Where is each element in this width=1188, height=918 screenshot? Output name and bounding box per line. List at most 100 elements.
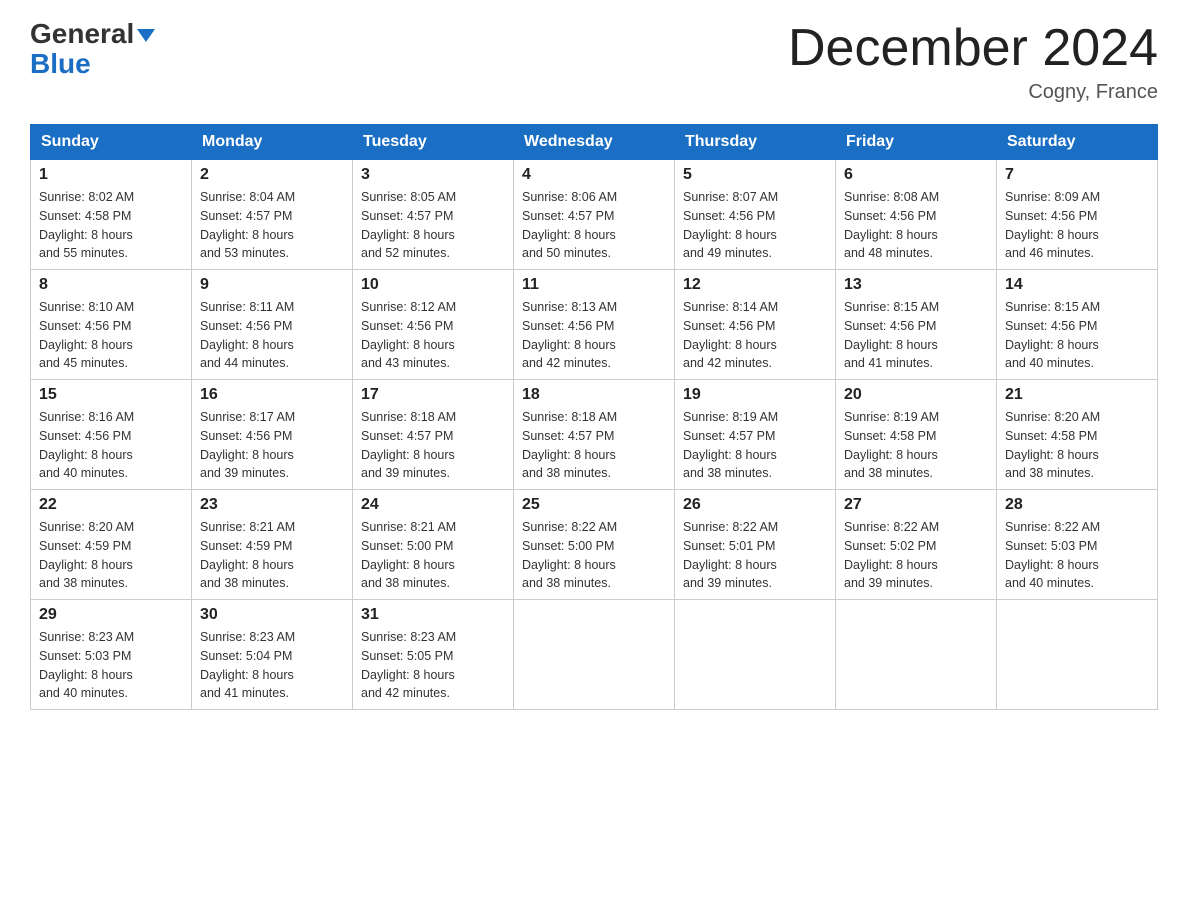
day-info: Sunrise: 8:09 AMSunset: 4:56 PMDaylight:… [1005,188,1149,263]
logo: General Blue [30,20,155,78]
day-number: 10 [361,276,505,294]
day-info: Sunrise: 8:11 AMSunset: 4:56 PMDaylight:… [200,298,344,373]
calendar-cell: 2 Sunrise: 8:04 AMSunset: 4:57 PMDaylight… [192,160,353,270]
day-number: 2 [200,166,344,184]
day-number: 28 [1005,496,1149,514]
col-header-tuesday: Tuesday [353,125,514,160]
calendar-cell [836,600,997,710]
calendar-cell: 19 Sunrise: 8:19 AMSunset: 4:57 PMDayligh… [675,380,836,490]
day-number: 29 [39,606,183,624]
day-number: 11 [522,276,666,294]
day-info: Sunrise: 8:15 AMSunset: 4:56 PMDaylight:… [844,298,988,373]
month-title: December 2024 [788,20,1158,77]
logo-blue: Blue [30,50,91,78]
calendar-header-row: SundayMondayTuesdayWednesdayThursdayFrid… [31,125,1158,160]
calendar-cell: 14 Sunrise: 8:15 AMSunset: 4:56 PMDayligh… [997,270,1158,380]
day-number: 16 [200,386,344,404]
calendar-cell: 23 Sunrise: 8:21 AMSunset: 4:59 PMDayligh… [192,490,353,600]
calendar-cell: 12 Sunrise: 8:14 AMSunset: 4:56 PMDayligh… [675,270,836,380]
day-info: Sunrise: 8:04 AMSunset: 4:57 PMDaylight:… [200,188,344,263]
calendar-cell: 24 Sunrise: 8:21 AMSunset: 5:00 PMDayligh… [353,490,514,600]
day-info: Sunrise: 8:19 AMSunset: 4:58 PMDaylight:… [844,408,988,483]
page-header: General Blue December 2024 Cogny, France [30,20,1158,104]
calendar-cell: 11 Sunrise: 8:13 AMSunset: 4:56 PMDayligh… [514,270,675,380]
calendar-cell: 29Sunrise: 8:23 AMSunset: 5:03 PMDayligh… [31,600,192,710]
day-number: 13 [844,276,988,294]
calendar-cell: 8 Sunrise: 8:10 AMSunset: 4:56 PMDaylight… [31,270,192,380]
col-header-thursday: Thursday [675,125,836,160]
day-number: 26 [683,496,827,514]
day-number: 27 [844,496,988,514]
calendar-cell: 9Sunrise: 8:11 AMSunset: 4:56 PMDaylight… [192,270,353,380]
day-info: Sunrise: 8:02 AMSunset: 4:58 PMDaylight:… [39,188,183,263]
col-header-sunday: Sunday [31,125,192,160]
day-number: 1 [39,166,183,184]
day-info: Sunrise: 8:18 AMSunset: 4:57 PMDaylight:… [522,408,666,483]
day-number: 12 [683,276,827,294]
calendar-cell: 17 Sunrise: 8:18 AMSunset: 4:57 PMDayligh… [353,380,514,490]
calendar-cell [997,600,1158,710]
calendar-cell: 13 Sunrise: 8:15 AMSunset: 4:56 PMDayligh… [836,270,997,380]
day-number: 3 [361,166,505,184]
day-info: Sunrise: 8:23 AMSunset: 5:04 PMDaylight:… [200,628,344,703]
calendar-cell: 3 Sunrise: 8:05 AMSunset: 4:57 PMDaylight… [353,160,514,270]
calendar-cell: 6 Sunrise: 8:08 AMSunset: 4:56 PMDaylight… [836,160,997,270]
day-number: 7 [1005,166,1149,184]
day-number: 6 [844,166,988,184]
calendar-cell: 1 Sunrise: 8:02 AMSunset: 4:58 PMDaylight… [31,160,192,270]
day-info: Sunrise: 8:22 AMSunset: 5:00 PMDaylight:… [522,518,666,593]
day-info: Sunrise: 8:23 AMSunset: 5:05 PMDaylight:… [361,628,505,703]
day-number: 17 [361,386,505,404]
day-info: Sunrise: 8:05 AMSunset: 4:57 PMDaylight:… [361,188,505,263]
calendar-cell: 27 Sunrise: 8:22 AMSunset: 5:02 PMDayligh… [836,490,997,600]
calendar-week-row: 1 Sunrise: 8:02 AMSunset: 4:58 PMDaylight… [31,160,1158,270]
day-number: 4 [522,166,666,184]
day-info: Sunrise: 8:08 AMSunset: 4:56 PMDaylight:… [844,188,988,263]
day-info: Sunrise: 8:07 AMSunset: 4:56 PMDaylight:… [683,188,827,263]
day-info: Sunrise: 8:22 AMSunset: 5:03 PMDaylight:… [1005,518,1149,593]
calendar-week-row: 22 Sunrise: 8:20 AMSunset: 4:59 PMDayligh… [31,490,1158,600]
calendar-cell: 25 Sunrise: 8:22 AMSunset: 5:00 PMDayligh… [514,490,675,600]
calendar-cell: 20Sunrise: 8:19 AMSunset: 4:58 PMDayligh… [836,380,997,490]
day-info: Sunrise: 8:12 AMSunset: 4:56 PMDaylight:… [361,298,505,373]
col-header-wednesday: Wednesday [514,125,675,160]
calendar-cell: 5Sunrise: 8:07 AMSunset: 4:56 PMDaylight… [675,160,836,270]
day-number: 23 [200,496,344,514]
day-info: Sunrise: 8:20 AMSunset: 4:59 PMDaylight:… [39,518,183,593]
calendar-cell: 7 Sunrise: 8:09 AMSunset: 4:56 PMDaylight… [997,160,1158,270]
day-info: Sunrise: 8:13 AMSunset: 4:56 PMDaylight:… [522,298,666,373]
day-number: 8 [39,276,183,294]
calendar-cell: 31Sunrise: 8:23 AMSunset: 5:05 PMDayligh… [353,600,514,710]
calendar-cell: 21 Sunrise: 8:20 AMSunset: 4:58 PMDayligh… [997,380,1158,490]
day-number: 25 [522,496,666,514]
day-info: Sunrise: 8:19 AMSunset: 4:57 PMDaylight:… [683,408,827,483]
day-info: Sunrise: 8:21 AMSunset: 4:59 PMDaylight:… [200,518,344,593]
day-info: Sunrise: 8:20 AMSunset: 4:58 PMDaylight:… [1005,408,1149,483]
day-number: 24 [361,496,505,514]
calendar-cell: 30 Sunrise: 8:23 AMSunset: 5:04 PMDayligh… [192,600,353,710]
logo-name: General [30,20,155,48]
calendar-cell: 4Sunrise: 8:06 AMSunset: 4:57 PMDaylight… [514,160,675,270]
day-number: 14 [1005,276,1149,294]
calendar-cell: 22 Sunrise: 8:20 AMSunset: 4:59 PMDayligh… [31,490,192,600]
calendar-cell: 10 Sunrise: 8:12 AMSunset: 4:56 PMDayligh… [353,270,514,380]
col-header-monday: Monday [192,125,353,160]
day-info: Sunrise: 8:14 AMSunset: 4:56 PMDaylight:… [683,298,827,373]
day-info: Sunrise: 8:15 AMSunset: 4:56 PMDaylight:… [1005,298,1149,373]
calendar-week-row: 8 Sunrise: 8:10 AMSunset: 4:56 PMDaylight… [31,270,1158,380]
day-number: 22 [39,496,183,514]
day-info: Sunrise: 8:22 AMSunset: 5:02 PMDaylight:… [844,518,988,593]
day-number: 19 [683,386,827,404]
calendar-cell: 16Sunrise: 8:17 AMSunset: 4:56 PMDayligh… [192,380,353,490]
location: Cogny, France [788,81,1158,104]
day-number: 21 [1005,386,1149,404]
day-info: Sunrise: 8:22 AMSunset: 5:01 PMDaylight:… [683,518,827,593]
day-info: Sunrise: 8:10 AMSunset: 4:56 PMDaylight:… [39,298,183,373]
calendar-cell: 18 Sunrise: 8:18 AMSunset: 4:57 PMDayligh… [514,380,675,490]
day-number: 30 [200,606,344,624]
day-info: Sunrise: 8:18 AMSunset: 4:57 PMDaylight:… [361,408,505,483]
day-info: Sunrise: 8:21 AMSunset: 5:00 PMDaylight:… [361,518,505,593]
calendar-table: SundayMondayTuesdayWednesdayThursdayFrid… [30,124,1158,710]
day-number: 18 [522,386,666,404]
calendar-cell: 15Sunrise: 8:16 AMSunset: 4:56 PMDayligh… [31,380,192,490]
